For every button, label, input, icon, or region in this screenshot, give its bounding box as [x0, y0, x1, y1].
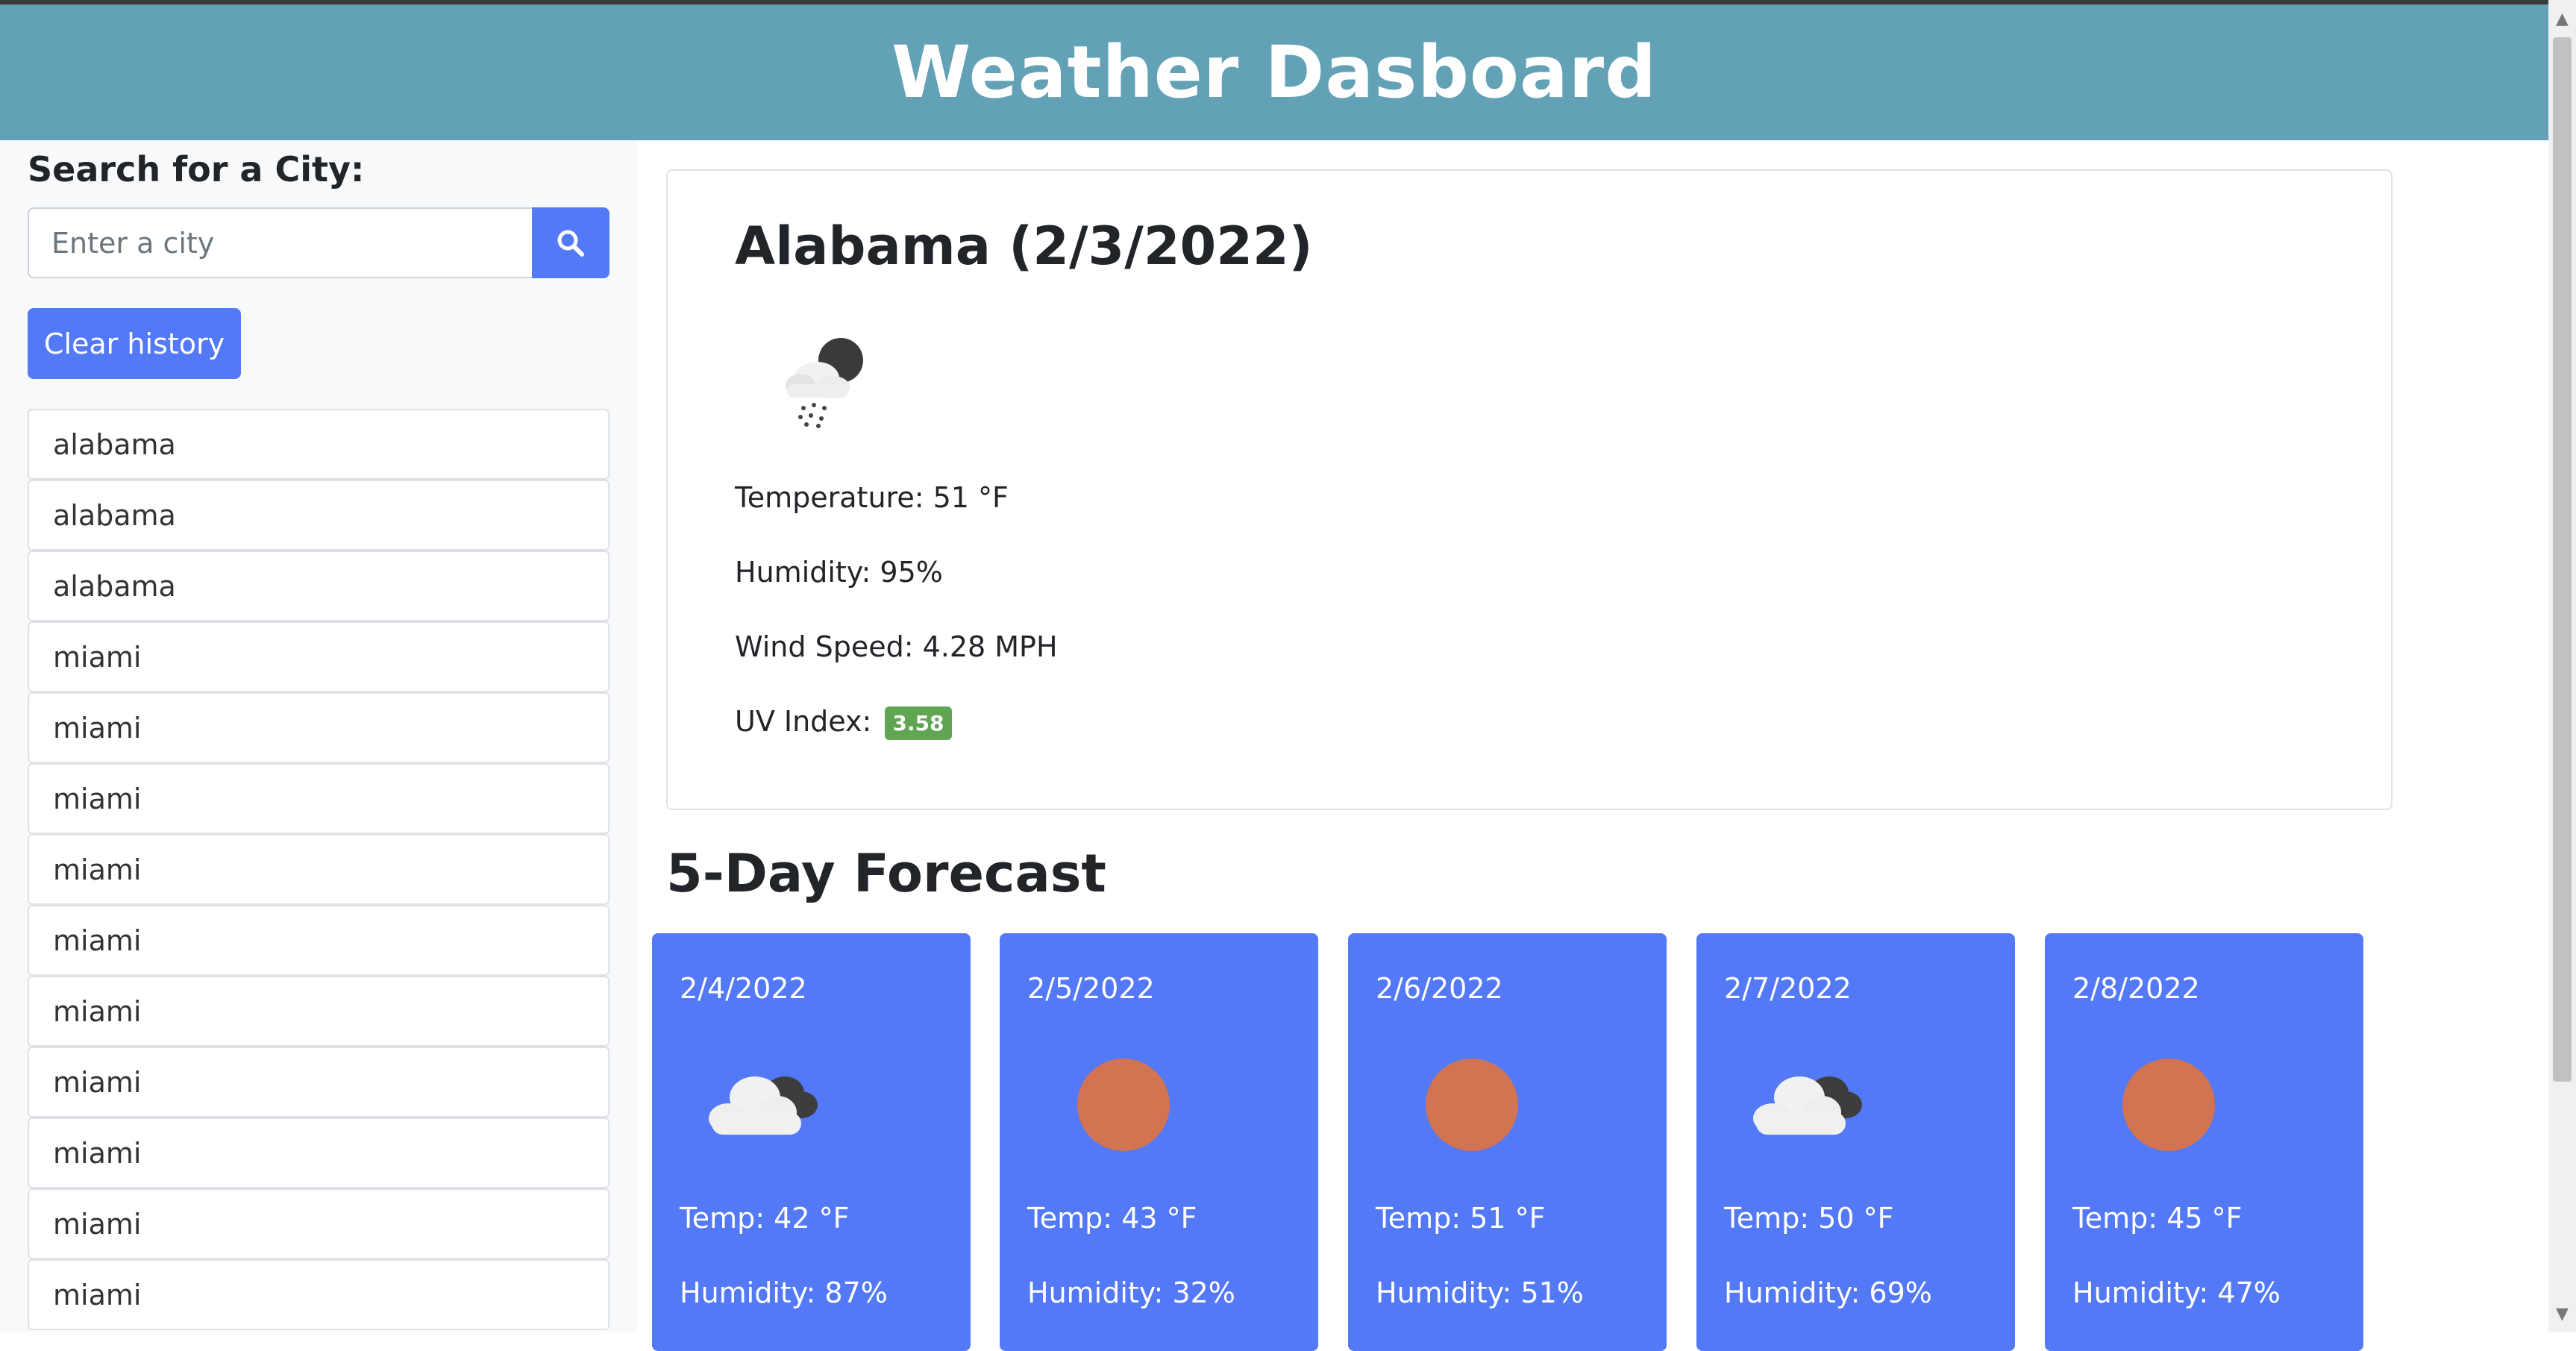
current-weather-card: Alabama (2/3/2022) Temperature: 51 °F Hu…	[666, 169, 2392, 810]
forecast-date: 2/7/2022	[1724, 972, 1852, 1005]
page-header: Weather Dasboard	[0, 4, 2548, 140]
sun-icon	[1426, 1059, 1518, 1151]
forecast-date: 2/6/2022	[1376, 972, 1503, 1005]
forecast-card: 2/8/2022 Temp: 45 °F Humidity: 47%	[2045, 933, 2363, 1351]
forecast-temp: Temp: 51 °F	[1376, 1202, 1546, 1235]
vertical-scrollbar[interactable]: ▲ ▼	[2548, 0, 2576, 1332]
city-search-input[interactable]	[28, 207, 532, 278]
history-item[interactable]: alabama	[28, 480, 609, 551]
forecast-temp: Temp: 50 °F	[1724, 1202, 1894, 1235]
night-rain-icon	[786, 338, 863, 428]
history-item[interactable]: miami	[28, 1047, 609, 1118]
history-item[interactable]: alabama	[28, 551, 609, 621]
scroll-down-arrow-icon[interactable]: ▼	[2548, 1301, 2576, 1326]
history-item[interactable]: miami	[28, 905, 609, 976]
history-item[interactable]: miami	[28, 621, 609, 692]
current-city-title: Alabama (2/3/2022)	[735, 216, 1313, 277]
sun-icon	[2122, 1059, 2215, 1151]
history-item[interactable]: miami	[28, 976, 609, 1047]
forecast-card: 2/4/2022 Temp: 42 °F Humidity: 87%	[652, 933, 971, 1351]
history-item[interactable]: miami	[28, 692, 609, 763]
search-icon	[557, 230, 584, 257]
history-item[interactable]: miami	[28, 834, 609, 905]
forecast-title: 5-Day Forecast	[666, 843, 1106, 904]
forecast-humidity: Humidity: 47%	[2072, 1276, 2281, 1309]
forecast-humidity: Humidity: 32%	[1027, 1276, 1235, 1309]
page-title: Weather Dasboard	[891, 31, 1657, 114]
cloudy-icon	[709, 1076, 818, 1135]
history-item[interactable]: miami	[28, 1118, 609, 1188]
search-history-list: alabama alabama alabama miami miami miam…	[28, 409, 609, 1330]
current-uv-row: UV Index: 3.58	[735, 705, 952, 740]
search-label: Search for a City:	[28, 149, 365, 189]
forecast-date: 2/8/2022	[2072, 972, 2200, 1005]
uv-index-badge: 3.58	[885, 706, 952, 740]
history-item[interactable]: alabama	[28, 409, 609, 480]
forecast-humidity: Humidity: 87%	[680, 1276, 888, 1309]
sun-icon	[1077, 1059, 1170, 1151]
current-temperature: Temperature: 51 °F	[735, 481, 1009, 514]
clear-history-button[interactable]: Clear history	[28, 308, 241, 379]
uv-index-label: UV Index:	[735, 705, 872, 738]
forecast-card: 2/7/2022 Temp: 50 °F Humidity: 69%	[1696, 933, 2015, 1351]
history-item[interactable]: miami	[28, 1188, 609, 1259]
scroll-up-arrow-icon[interactable]: ▲	[2548, 6, 2576, 31]
history-item[interactable]: miami	[28, 1259, 609, 1330]
forecast-temp: Temp: 43 °F	[1027, 1202, 1197, 1235]
search-button[interactable]	[532, 207, 609, 278]
forecast-date: 2/4/2022	[680, 972, 807, 1005]
forecast-card: 2/5/2022 Temp: 43 °F Humidity: 32%	[1000, 933, 1318, 1351]
forecast-card: 2/6/2022 Temp: 51 °F Humidity: 51%	[1348, 933, 1667, 1351]
current-humidity: Humidity: 95%	[735, 556, 943, 589]
cloudy-icon	[1753, 1076, 1862, 1135]
forecast-humidity: Humidity: 69%	[1724, 1276, 1932, 1309]
forecast-temp: Temp: 42 °F	[680, 1202, 850, 1235]
scroll-thumb[interactable]	[2553, 37, 2572, 1082]
history-item[interactable]: miami	[28, 763, 609, 834]
forecast-humidity: Humidity: 51%	[1376, 1276, 1584, 1309]
current-wind-speed: Wind Speed: 4.28 MPH	[735, 630, 1058, 663]
forecast-date: 2/5/2022	[1027, 972, 1155, 1005]
forecast-temp: Temp: 45 °F	[2072, 1202, 2243, 1235]
